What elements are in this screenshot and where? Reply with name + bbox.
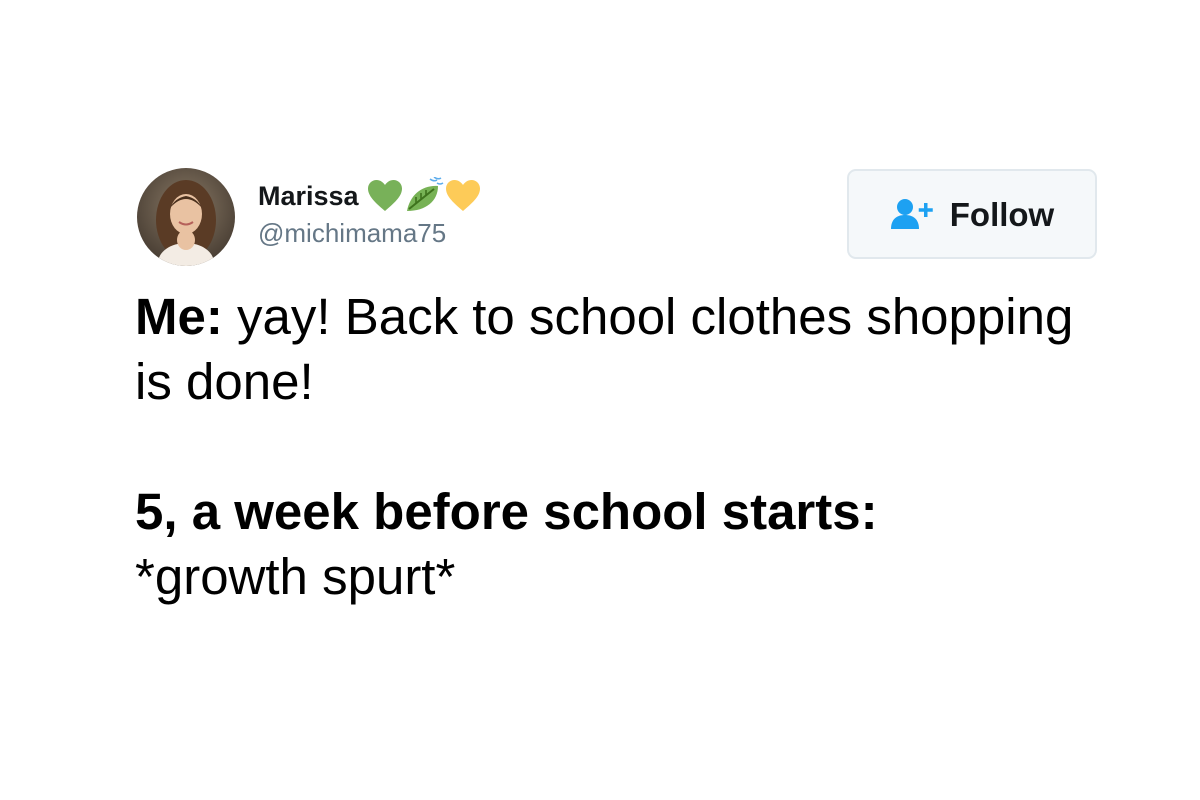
- green-heart-icon: [367, 179, 403, 213]
- name-emojis: [367, 176, 481, 215]
- user-handle[interactable]: @michimama75: [258, 220, 446, 246]
- add-user-icon: [890, 198, 936, 230]
- leaf-fluttering-in-wind-icon: [404, 176, 444, 215]
- tweet-line-2: 5, a week before school starts:: [135, 483, 878, 540]
- follow-label: Follow: [949, 195, 1055, 233]
- tweet-text: Me: yay! Back to school clothes shopping…: [135, 284, 1115, 609]
- profile-photo-icon: [137, 168, 235, 266]
- yellow-heart-icon: [445, 179, 481, 213]
- tweet-line-1-text: yay! Back to school clothes shopping is …: [135, 288, 1074, 410]
- display-name-row: Marissa: [258, 176, 481, 216]
- tweet-line-1: Me: yay! Back to school clothes shopping…: [135, 284, 1115, 414]
- follow-button[interactable]: Follow: [847, 169, 1097, 259]
- speaker-me-label: Me:: [135, 288, 223, 345]
- tweet-line-3: *growth spurt*: [135, 548, 456, 605]
- display-name[interactable]: Marissa: [258, 182, 359, 210]
- avatar[interactable]: [137, 168, 235, 266]
- tweet-card: Marissa @michimama75 Follow Me: yay! Bac…: [0, 0, 1200, 800]
